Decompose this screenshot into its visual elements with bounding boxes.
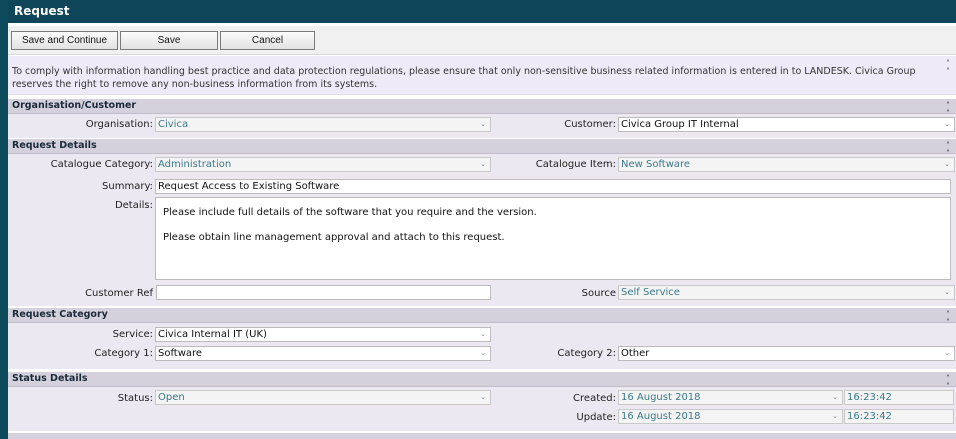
details-line: Please include full details of the softw… <box>163 207 537 218</box>
category1-label: Category 1: <box>94 348 153 359</box>
chevron-down-icon: ⌄ <box>480 330 486 338</box>
section-title: Request Category <box>12 309 108 320</box>
request-window: Request Save and Continue Save Cancel To… <box>0 0 956 439</box>
section-next-header <box>8 433 956 439</box>
chevron-down-icon: ⌄ <box>944 120 950 128</box>
category2-label: Category 2: <box>557 348 616 359</box>
catalogue-category-value: Administration <box>158 159 232 170</box>
source-value: Self Service <box>621 287 680 298</box>
chevron-down-icon: ⌄ <box>480 349 486 357</box>
chevron-down-icon: ⌄ <box>944 288 950 296</box>
update-label: Update: <box>576 412 616 423</box>
details-textarea[interactable]: Please include full details of the softw… <box>155 197 951 280</box>
status-label: Status: <box>117 393 153 404</box>
customer-ref-label: Customer Ref <box>85 288 153 299</box>
section-title: Organisation/Customer <box>12 100 137 111</box>
organisation-select[interactable]: Civica ⌄ <box>155 117 491 132</box>
service-select[interactable]: Civica Internal IT (UK) ⌄ <box>155 327 491 342</box>
chevron-down-icon: ⌄ <box>480 160 486 168</box>
service-value: Civica Internal IT (UK) <box>158 329 267 340</box>
status-select[interactable]: Open ⌄ <box>155 390 491 405</box>
organisation-label: Organisation: <box>85 119 153 130</box>
category2-select[interactable]: Other ⌄ <box>618 346 955 361</box>
catalogue-category-select[interactable]: Administration ⌄ <box>155 157 491 172</box>
save-button[interactable]: Save <box>120 31 218 50</box>
section-title: Request Details <box>12 140 97 151</box>
window-title: Request <box>14 4 70 18</box>
customer-select[interactable]: Civica Group IT Internal ⌄ <box>618 117 955 132</box>
save-and-continue-button[interactable]: Save and Continue <box>11 31 118 50</box>
double-chevron-up-icon[interactable]: ˄˄ <box>946 60 950 76</box>
cancel-button[interactable]: Cancel <box>220 31 315 50</box>
update-time-field[interactable]: 16:23:42 <box>844 409 954 424</box>
catalogue-category-label: Catalogue Category: <box>50 159 153 170</box>
toolbar: Save and Continue Save Cancel <box>8 26 956 55</box>
created-time-field[interactable]: 16:23:42 <box>844 390 954 405</box>
section-organisation-body: Organisation: Civica ⌄ Customer: Civica … <box>8 114 956 138</box>
source-select[interactable]: Self Service ⌄ <box>618 285 955 300</box>
summary-input[interactable]: Request Access to Existing Software <box>155 179 951 194</box>
source-label: Source <box>581 288 616 299</box>
catalogue-item-value: New Software <box>621 159 691 170</box>
section-status-details-header[interactable]: Status Details ˄˄ <box>8 372 956 391</box>
customer-ref-input[interactable] <box>156 285 491 300</box>
created-date-select[interactable]: 16 August 2018 ⌄ <box>618 390 843 405</box>
customer-label: Customer: <box>564 119 616 130</box>
section-title: Status Details <box>12 373 88 384</box>
section-request-details-body: Catalogue Category: Administration ⌄ Cat… <box>8 154 956 306</box>
title-bar: Request <box>8 0 956 23</box>
created-label: Created: <box>573 393 616 404</box>
section-request-category-body: Service: Civica Internal IT (UK) ⌄ Categ… <box>8 323 956 369</box>
chevron-down-icon: ⌄ <box>480 120 486 128</box>
category2-value: Other <box>621 348 650 359</box>
catalogue-item-select[interactable]: New Software ⌄ <box>618 157 955 172</box>
service-label: Service: <box>112 329 153 340</box>
chevron-down-icon: ⌄ <box>832 393 838 401</box>
chevron-down-icon: ⌄ <box>944 160 950 168</box>
section-request-details-header[interactable]: Request Details ˄˄ <box>8 139 956 158</box>
notice-text: To comply with information handling best… <box>12 66 916 90</box>
catalogue-item-label: Catalogue Item: <box>535 159 616 170</box>
created-date-value: 16 August 2018 <box>621 392 701 403</box>
organisation-value: Civica <box>158 119 189 130</box>
customer-value: Civica Group IT Internal <box>621 119 739 130</box>
chevron-down-icon: ⌄ <box>944 349 950 357</box>
details-label: Details: <box>114 200 153 211</box>
status-value: Open <box>158 392 185 403</box>
chevron-down-icon: ⌄ <box>832 412 838 420</box>
section-organisation-header[interactable]: Organisation/Customer ˄˄ <box>8 99 956 118</box>
update-date-value: 16 August 2018 <box>621 411 701 422</box>
chevron-down-icon: ⌄ <box>480 393 486 401</box>
category1-select[interactable]: Software ⌄ <box>155 346 491 361</box>
summary-label: Summary: <box>102 181 153 192</box>
update-date-select[interactable]: 16 August 2018 ⌄ <box>618 409 843 424</box>
data-protection-notice: To comply with information handling best… <box>8 56 956 95</box>
section-request-category-header[interactable]: Request Category ˄˄ <box>8 308 956 327</box>
section-status-details-body: Status: Open ⌄ Created: 16 August 2018 ⌄… <box>8 387 956 431</box>
category1-value: Software <box>158 348 203 359</box>
details-line: Please obtain line management approval a… <box>163 232 505 243</box>
